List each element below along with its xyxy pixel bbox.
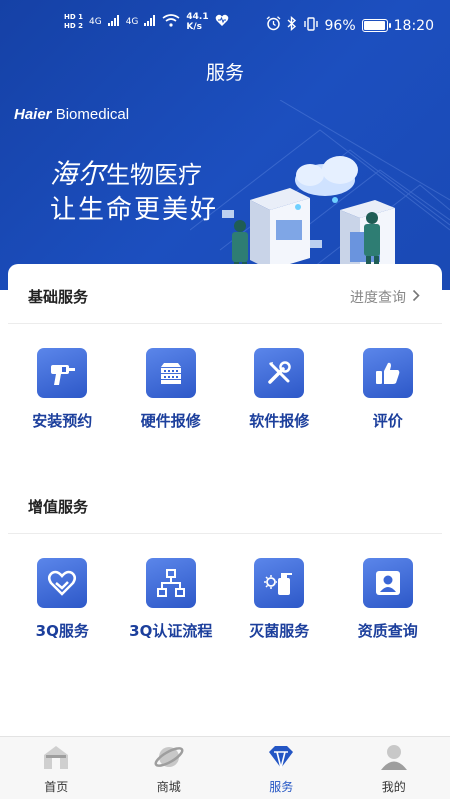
thumbs-up-icon xyxy=(362,348,413,398)
user-icon xyxy=(379,743,409,775)
sterilization-label: 灭菌服务 xyxy=(249,622,310,640)
brand-name-rest: Biomedical xyxy=(55,106,130,123)
rating-label: 评价 xyxy=(372,412,403,430)
network-type-1: 4G xyxy=(88,17,102,27)
tools-icon xyxy=(254,348,305,398)
value-services-title: 增值服务 xyxy=(28,498,89,516)
progress-query-link[interactable]: 进度查询 xyxy=(350,287,420,307)
heart-health-icon xyxy=(215,14,229,30)
tab-service[interactable]: 服务 xyxy=(225,737,338,799)
net-speed: 44.1 xyxy=(186,12,209,22)
install-booking-button[interactable]: 安装预约 xyxy=(8,348,117,431)
network-type-2: 4G xyxy=(125,17,139,27)
3q-certification-button[interactable]: 3Q认证流程 xyxy=(117,558,226,641)
basic-services-header: 基础服务 进度查询 xyxy=(8,264,442,324)
status-bar: HD 1 HD 2 4G 4G 44.1 K/s 96% 18:20 xyxy=(0,0,450,50)
tab-mine-label: 我的 xyxy=(381,780,406,794)
slogan-line-2: 让生命更美好 xyxy=(50,195,219,225)
person-icon xyxy=(362,558,413,608)
home-icon xyxy=(41,743,71,775)
drill-icon xyxy=(37,348,88,398)
hd1-indicator: HD 1 xyxy=(64,13,83,21)
bottom-tab-bar: 首页 商城 服务 我的 xyxy=(0,736,450,799)
hardware-repair-label: 硬件报修 xyxy=(140,412,201,430)
brand-logo: Haier Biomedical xyxy=(14,106,129,123)
alarm-icon xyxy=(266,16,281,35)
3q-service-label: 3Q服务 xyxy=(35,622,89,640)
qualification-query-button[interactable]: 资质查询 xyxy=(334,558,443,641)
signal-icon xyxy=(144,15,156,29)
3q-certification-label: 3Q认证流程 xyxy=(129,622,213,640)
planet-icon xyxy=(154,743,184,775)
hardware-icon xyxy=(145,348,196,398)
software-repair-button[interactable]: 软件报修 xyxy=(225,348,334,431)
diamond-icon xyxy=(266,743,296,775)
flowchart-icon xyxy=(145,558,196,608)
vibrate-icon xyxy=(303,16,319,35)
slogan-script: 海尔 xyxy=(50,159,106,190)
clock: 18:20 xyxy=(393,17,434,34)
basic-services-title: 基础服务 xyxy=(28,288,89,306)
tab-service-label: 服务 xyxy=(269,780,294,794)
hd2-indicator: HD 2 xyxy=(64,22,83,30)
progress-query-label: 进度查询 xyxy=(350,290,406,306)
brand-name-bold: Haier xyxy=(14,106,52,123)
net-speed-unit: K/s xyxy=(186,22,203,32)
tab-home[interactable]: 首页 xyxy=(0,737,113,799)
spray-icon xyxy=(254,558,305,608)
services-card: 基础服务 进度查询 安装预约 硬件报修 软件报修 评价 增值服务 3Q服务 3Q… xyxy=(8,264,442,734)
rating-button[interactable]: 评价 xyxy=(334,348,443,431)
battery-icon xyxy=(361,19,391,32)
slogan-line-1: 海尔生物医疗 xyxy=(50,152,202,191)
3q-service-button[interactable]: 3Q服务 xyxy=(8,558,117,641)
battery-percent: 96% xyxy=(324,17,356,34)
basic-services-grid: 安装预约 硬件报修 软件报修 评价 xyxy=(8,348,442,431)
hero-banner: HD 1 HD 2 4G 4G 44.1 K/s 96% 18:20 服务 Ha… xyxy=(0,0,450,290)
install-booking-label: 安装预约 xyxy=(32,412,93,430)
value-services-grid: 3Q服务 3Q认证流程 灭菌服务 资质查询 xyxy=(8,558,442,641)
qualification-query-label: 资质查询 xyxy=(357,622,418,640)
tab-mine[interactable]: 我的 xyxy=(338,737,450,799)
software-repair-label: 软件报修 xyxy=(249,412,310,430)
heart-hands-icon xyxy=(37,558,88,608)
page-title: 服务 xyxy=(205,62,244,84)
wifi-icon xyxy=(162,14,180,30)
signal-icon xyxy=(107,15,120,29)
chevron-right-icon xyxy=(412,289,420,306)
tab-mall[interactable]: 商城 xyxy=(113,737,226,799)
bluetooth-icon xyxy=(287,15,297,35)
tab-mall-label: 商城 xyxy=(156,780,181,794)
sterilization-button[interactable]: 灭菌服务 xyxy=(225,558,334,641)
value-services-header: 增值服务 xyxy=(8,474,442,534)
hardware-repair-button[interactable]: 硬件报修 xyxy=(117,348,226,431)
slogan-text-1: 生物医疗 xyxy=(106,161,202,189)
tab-home-label: 首页 xyxy=(44,780,69,794)
